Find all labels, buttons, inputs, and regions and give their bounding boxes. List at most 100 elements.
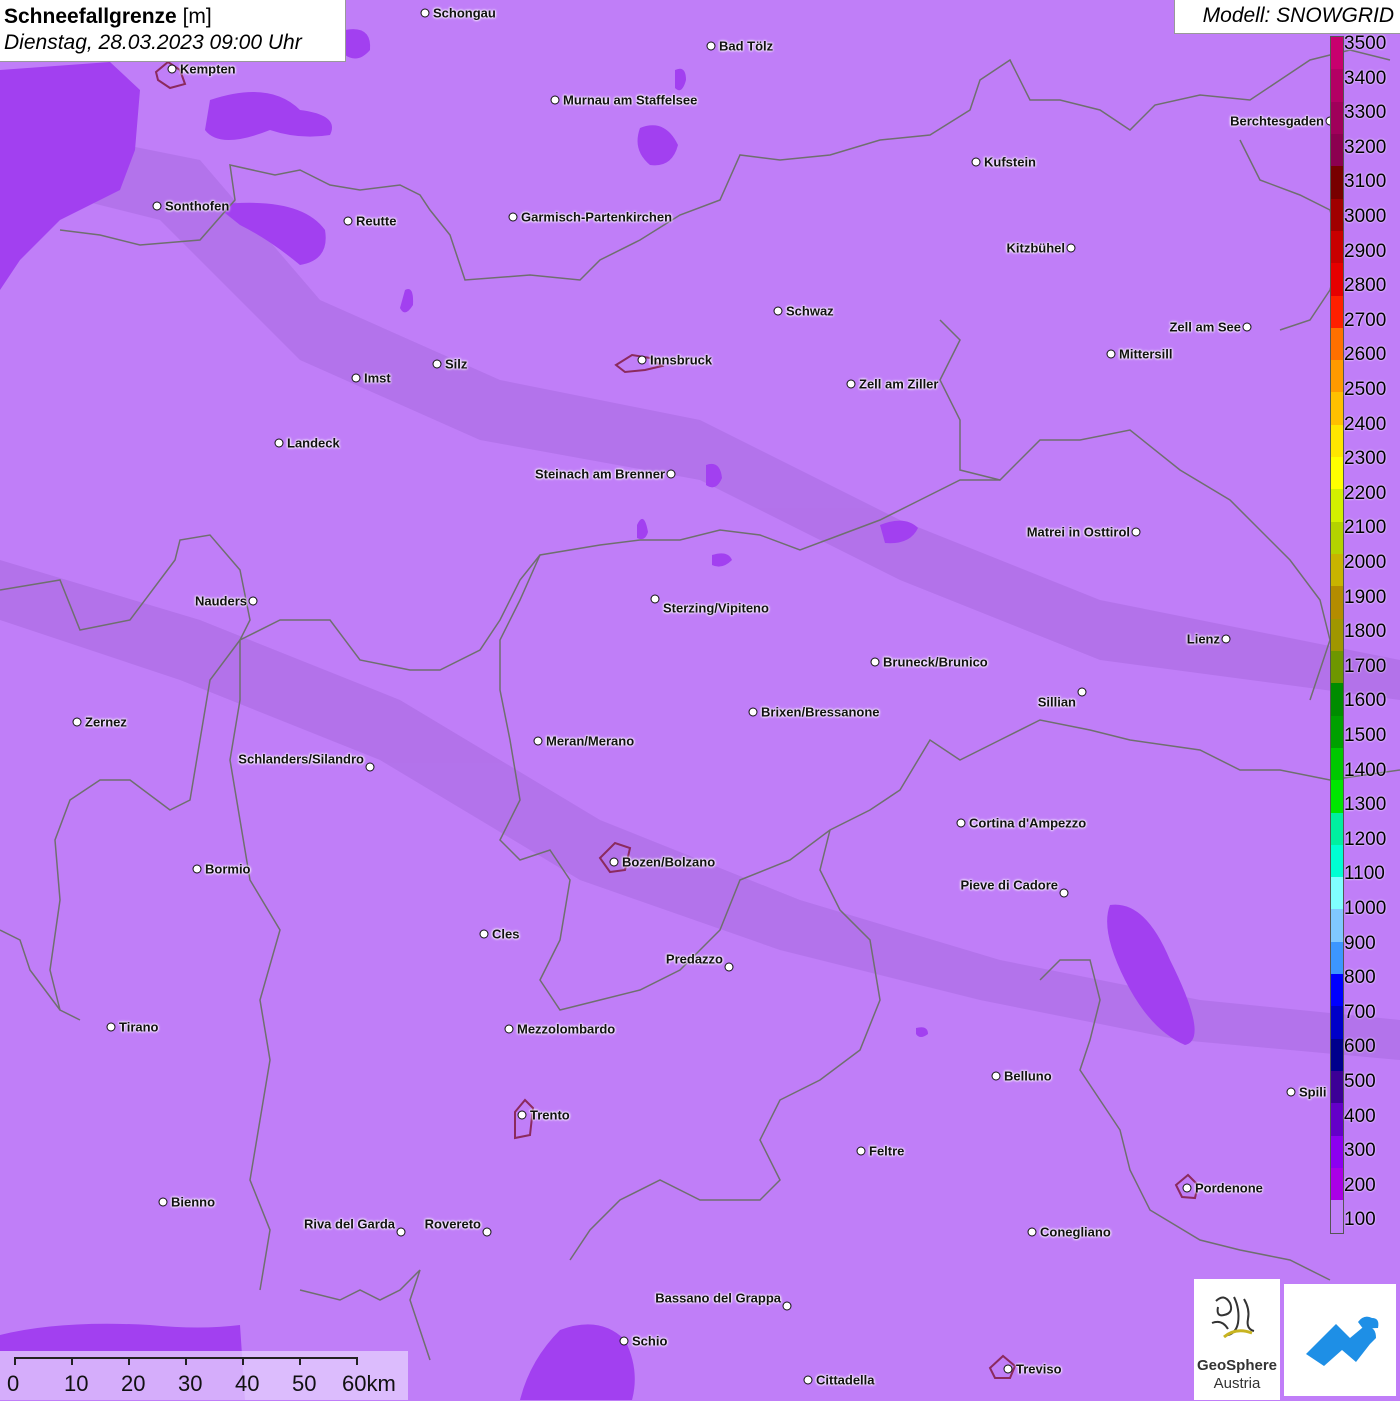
city-label: Meran/Merano: [546, 733, 635, 749]
city-dot: [1286, 1087, 1296, 1097]
city-dot: [1242, 322, 1252, 332]
map-datetime: Dienstag, 28.03.2023 09:00 Uhr: [4, 31, 302, 54]
app-logo[interactable]: [1284, 1284, 1396, 1396]
city-label: Innsbruck: [650, 352, 713, 368]
city-label: Schongau: [433, 5, 496, 21]
city-dot: [533, 736, 543, 746]
legend-swatch: [1331, 844, 1343, 878]
city-dot: [106, 1022, 116, 1032]
legend-swatch: [1331, 1167, 1343, 1201]
city-label: Steinach am Brenner: [534, 466, 665, 482]
legend-swatch: [1331, 295, 1343, 328]
scale-tick: [242, 1357, 244, 1365]
city-dot: [991, 1071, 1001, 1081]
city-label: Cles: [492, 926, 520, 942]
map-title-box: Schneefallgrenze [m] Dienstag, 28.03.202…: [0, 0, 346, 62]
scale-tick: [356, 1357, 358, 1365]
city-dot: [396, 1227, 406, 1237]
city-dot: [1182, 1183, 1192, 1193]
mountain-cloud-icon: [1306, 1316, 1379, 1366]
city-label: Mezzolombardo: [517, 1021, 616, 1037]
legend-label: 1200: [1344, 828, 1387, 850]
city-label: Riva del Garda: [303, 1216, 395, 1232]
city-dot: [782, 1301, 792, 1311]
legend-label: 1400: [1344, 759, 1387, 781]
city-dot: [504, 1024, 514, 1034]
legend-label: 600: [1344, 1036, 1376, 1058]
legend-swatch: [1331, 392, 1343, 425]
legend-swatch: [1331, 650, 1343, 684]
legend-swatch: [1331, 37, 1343, 70]
city-label: Bruneck/Brunico: [883, 654, 988, 670]
legend-label: 3200: [1344, 136, 1387, 158]
scale-tick: [185, 1357, 187, 1365]
legend-label: 1700: [1344, 655, 1387, 677]
city-dot: [192, 864, 202, 874]
legend-label: 2300: [1344, 448, 1387, 470]
city-label: Lienz: [1186, 631, 1220, 647]
legend-swatch: [1331, 1135, 1343, 1168]
city-label: Cittadella: [816, 1372, 875, 1388]
city-label: Imst: [364, 370, 391, 386]
legend-label: 1000: [1344, 898, 1387, 919]
legend-label: 1600: [1344, 690, 1387, 712]
city-dot: [870, 657, 880, 667]
city-dot: [482, 1227, 492, 1237]
legend-label: 700: [1344, 1001, 1376, 1023]
city-dot: [432, 359, 442, 369]
legend-swatch: [1331, 1103, 1343, 1136]
legend-swatch: [1331, 683, 1343, 716]
city-dot: [167, 64, 177, 74]
legend-swatch: [1331, 1071, 1343, 1104]
legend-label: 200: [1344, 1174, 1376, 1196]
geosphere-logo[interactable]: GeoSphere Austria: [1194, 1279, 1280, 1400]
city-dot: [1106, 349, 1116, 359]
legend-label: 100: [1344, 1209, 1376, 1231]
city-dot: [274, 438, 284, 448]
city-label: Bad Tölz: [719, 38, 774, 54]
legend-label: 800: [1344, 967, 1376, 989]
city-dot: [803, 1375, 813, 1385]
city-dot: [666, 469, 676, 479]
city-label: Schlanders/Silandro: [238, 751, 364, 767]
city-label: Matrei in Osttirol: [1026, 524, 1130, 540]
legend-swatch: [1331, 974, 1343, 1007]
scale-tick: [128, 1357, 130, 1365]
city-label: Schwaz: [786, 303, 834, 319]
city-label: Trento: [530, 1107, 570, 1123]
legend-swatch: [1331, 101, 1343, 134]
city-label: Predazzo: [665, 951, 723, 967]
legend-swatch: [1331, 554, 1343, 587]
city-dot: [1066, 243, 1076, 253]
legend-label: 2100: [1344, 517, 1387, 539]
scale-tick: [71, 1357, 73, 1365]
legend-label: 3300: [1344, 102, 1387, 124]
city-label: Treviso: [1016, 1361, 1062, 1377]
map-title: Schneefallgrenze [m]: [4, 5, 212, 28]
city-label: Conegliano: [1040, 1224, 1111, 1240]
city-dot: [1131, 527, 1141, 537]
legend-swatch: [1331, 941, 1343, 975]
city-dot: [1003, 1364, 1013, 1374]
legend-swatch: [1331, 586, 1343, 619]
legend-swatch: [1331, 1200, 1343, 1233]
city-dot: [508, 212, 518, 222]
city-label: Mittersill: [1119, 346, 1173, 362]
scale-label: 60km: [342, 1371, 396, 1396]
city-dot: [1221, 634, 1231, 644]
city-dot: [1077, 687, 1087, 697]
city-label: Murnau am Staffelsee: [563, 92, 698, 108]
city-dot: [609, 857, 619, 867]
legend-swatch: [1331, 877, 1343, 910]
legend-label: 2200: [1344, 482, 1387, 504]
city-label: Feltre: [869, 1143, 905, 1159]
legend-label: 500: [1344, 1071, 1376, 1092]
legend-label: 2800: [1344, 275, 1387, 297]
legend-swatch: [1331, 618, 1343, 651]
scale-tick: [14, 1357, 16, 1365]
city-label: Bassano del Grappa: [655, 1290, 781, 1306]
city-label: Sterzing/Vipiteno: [663, 600, 769, 616]
city-label: Pieve di Cadore: [960, 877, 1058, 893]
legend-label: 2400: [1344, 413, 1387, 435]
city-label: Sillian: [1037, 694, 1076, 710]
